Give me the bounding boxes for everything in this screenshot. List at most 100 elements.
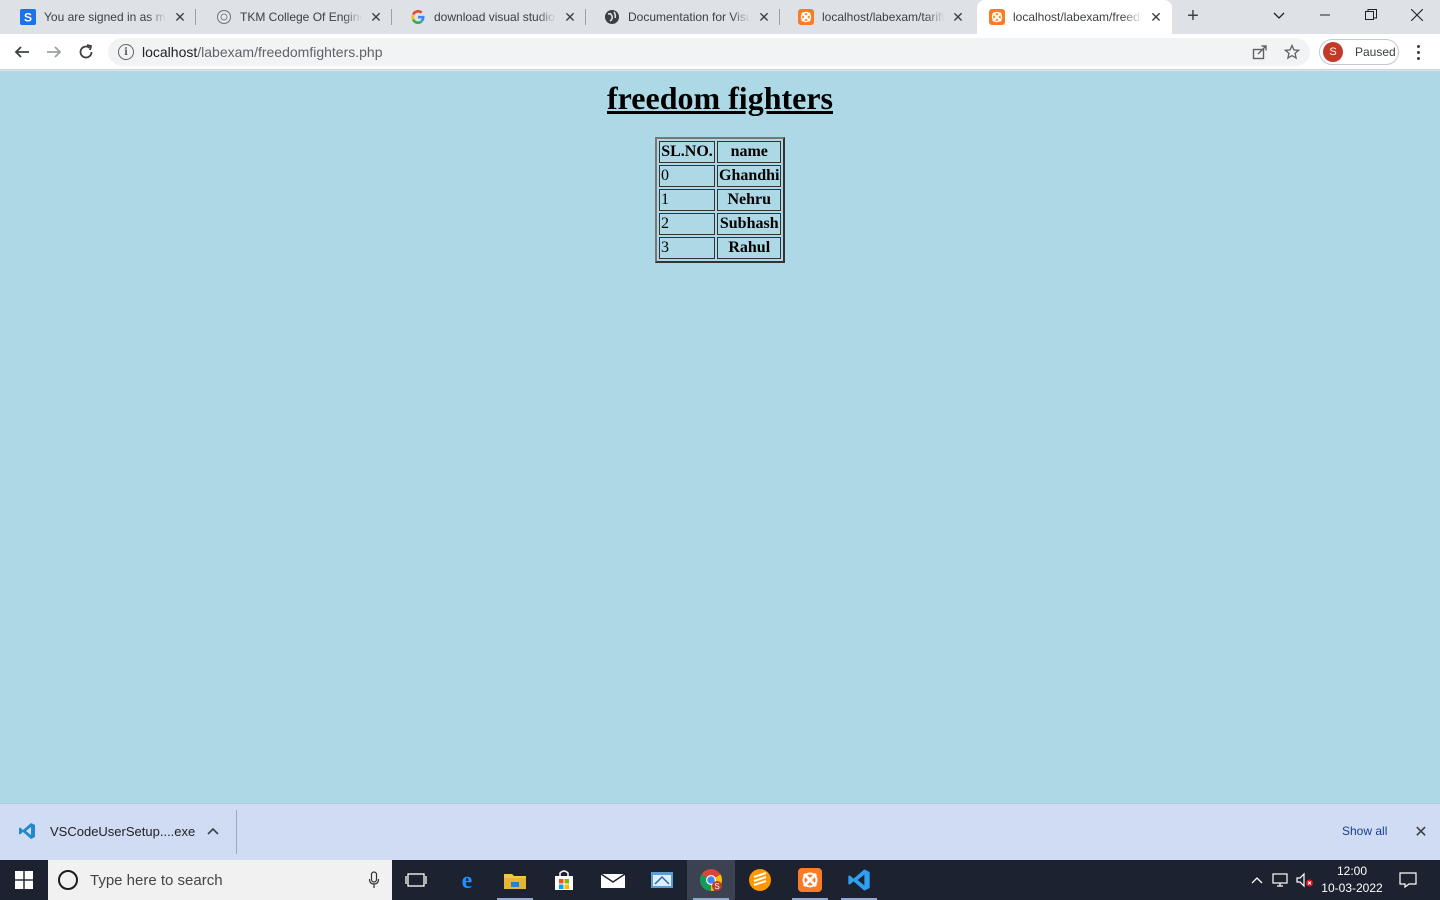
start-button[interactable] <box>0 860 48 900</box>
cell-slno: 3 <box>659 237 715 259</box>
edge-button[interactable]: e <box>443 860 491 900</box>
table-row: 3 Rahul <box>659 237 782 259</box>
volume-status[interactable] <box>1294 860 1316 900</box>
page-title: freedom fighters <box>607 80 833 116</box>
close-icon[interactable]: ✕ <box>1148 9 1164 25</box>
windows-logo-icon <box>15 871 33 889</box>
cell-slno: 0 <box>659 165 715 187</box>
vscode-button[interactable] <box>835 860 883 900</box>
close-icon[interactable]: ✕ <box>562 9 578 25</box>
chrome-icon: S <box>700 869 722 891</box>
close-window-button[interactable] <box>1394 0 1440 30</box>
download-item[interactable]: VSCodeUserSetup....exe <box>18 822 195 840</box>
svg-text:e: e <box>462 868 473 892</box>
profile-status: Paused <box>1355 45 1396 59</box>
system-clock[interactable]: 12:00 10-03-2022 <box>1318 863 1386 897</box>
window-app-icon <box>651 872 673 888</box>
microphone-icon[interactable] <box>368 871 380 889</box>
tab[interactable]: TKM College Of Engineering ✕ <box>196 0 392 34</box>
close-icon[interactable]: ✕ <box>1413 822 1429 842</box>
google-g-icon <box>410 9 426 25</box>
avatar: S <box>1323 42 1343 62</box>
cell-slno: 1 <box>659 189 715 211</box>
file-explorer-button[interactable] <box>491 860 539 900</box>
show-hidden-icons[interactable] <box>1246 860 1268 900</box>
svg-text:S: S <box>714 882 719 891</box>
new-tab-button[interactable]: + <box>1182 6 1204 28</box>
mail-button[interactable] <box>589 860 637 900</box>
table-header-row: SL.NO. name <box>659 141 782 163</box>
xampp-button[interactable] <box>786 860 834 900</box>
download-bar: VSCodeUserSetup....exe Show all ✕ <box>0 803 1440 860</box>
cell-name: Nehru <box>717 189 782 211</box>
cell-name: Subhash <box>717 213 782 235</box>
search-placeholder: Type here to search <box>90 871 223 889</box>
back-button[interactable] <box>8 38 36 66</box>
xampp-icon <box>989 9 1005 25</box>
arrow-left-icon <box>14 46 29 58</box>
college-logo-icon <box>216 9 232 25</box>
kebab-menu-icon[interactable] <box>1408 38 1428 66</box>
xampp-icon <box>798 868 822 892</box>
sublime-button[interactable] <box>736 860 784 900</box>
tab[interactable]: download visual studio code ✕ <box>390 0 586 34</box>
tab-search-button[interactable] <box>1256 0 1302 30</box>
task-view-button[interactable] <box>392 860 440 900</box>
close-icon <box>1411 9 1423 21</box>
cell-name: Rahul <box>717 237 782 259</box>
clock-date: 10-03-2022 <box>1321 881 1383 895</box>
network-status[interactable] <box>1270 860 1292 900</box>
chrome-button[interactable]: S <box>687 860 735 900</box>
tab[interactable]: localhost/labexam/tariff.php ✕ <box>778 0 974 34</box>
clock-time: 12:00 <box>1336 864 1368 878</box>
close-icon[interactable]: ✕ <box>172 9 188 25</box>
page-content: freedom fighters SL.NO. name 0 Ghandhi 1… <box>0 71 1440 803</box>
table-row: 0 Ghandhi <box>659 165 782 187</box>
sublime-icon <box>749 869 771 891</box>
divider <box>236 810 237 854</box>
star-icon[interactable] <box>1284 44 1300 60</box>
task-view-icon <box>405 873 427 887</box>
restore-button[interactable] <box>1348 0 1394 30</box>
minimize-button[interactable] <box>1302 0 1348 30</box>
tab-active[interactable]: localhost/labexam/freedomfighters.php ✕ <box>977 0 1172 34</box>
notification-icon <box>1399 872 1417 888</box>
xampp-icon <box>798 9 814 25</box>
info-icon[interactable]: i <box>118 44 134 60</box>
profile-button[interactable]: S Paused <box>1319 39 1399 65</box>
close-icon[interactable]: ✕ <box>756 9 772 25</box>
table-row: 2 Subhash <box>659 213 782 235</box>
s-letter-icon: S <box>20 9 36 25</box>
taskbar-search[interactable]: Type here to search <box>48 860 392 900</box>
globe-icon <box>604 9 620 25</box>
browser-toolbar: i localhost/labexam/freedomfighters.php … <box>0 34 1440 70</box>
share-icon[interactable] <box>1252 44 1268 60</box>
tab[interactable]: Documentation for Visual Studio ✕ <box>584 0 780 34</box>
tab-title: download visual studio code <box>434 10 556 24</box>
close-icon[interactable]: ✕ <box>368 9 384 25</box>
store-button[interactable] <box>540 860 588 900</box>
reload-button[interactable] <box>72 38 100 66</box>
network-icon <box>1272 873 1288 887</box>
chevron-up-icon[interactable] <box>205 823 221 839</box>
tab-title: localhost/labexam/freedomfighters.php <box>1013 10 1142 24</box>
search-icon <box>58 870 78 890</box>
tab[interactable]: S You are signed in as mca ✕ <box>0 0 196 34</box>
tab-title: localhost/labexam/tariff.php <box>822 10 944 24</box>
edge-icon: e <box>462 868 473 892</box>
vscode-icon <box>19 823 35 839</box>
notifications-button[interactable] <box>1394 860 1422 900</box>
volume-muted-icon <box>1296 872 1313 888</box>
app-window-button[interactable] <box>638 860 686 900</box>
close-icon[interactable]: ✕ <box>950 9 966 25</box>
tab-title: Documentation for Visual Studio <box>628 10 750 24</box>
reload-icon <box>79 44 93 59</box>
show-all-button[interactable]: Show all <box>1330 822 1399 840</box>
windows-taskbar: Type here to search e S 12:00 10-03-2022 <box>0 860 1440 900</box>
address-bar[interactable]: i localhost/labexam/freedomfighters.php <box>108 38 1310 66</box>
tab-strip: S You are signed in as mca ✕ TKM College… <box>0 0 1440 34</box>
url-text: localhost/labexam/freedomfighters.php <box>142 44 382 60</box>
cell-name: Ghandhi <box>717 165 782 187</box>
table-row: 1 Nehru <box>659 189 782 211</box>
forward-button[interactable] <box>40 38 68 66</box>
